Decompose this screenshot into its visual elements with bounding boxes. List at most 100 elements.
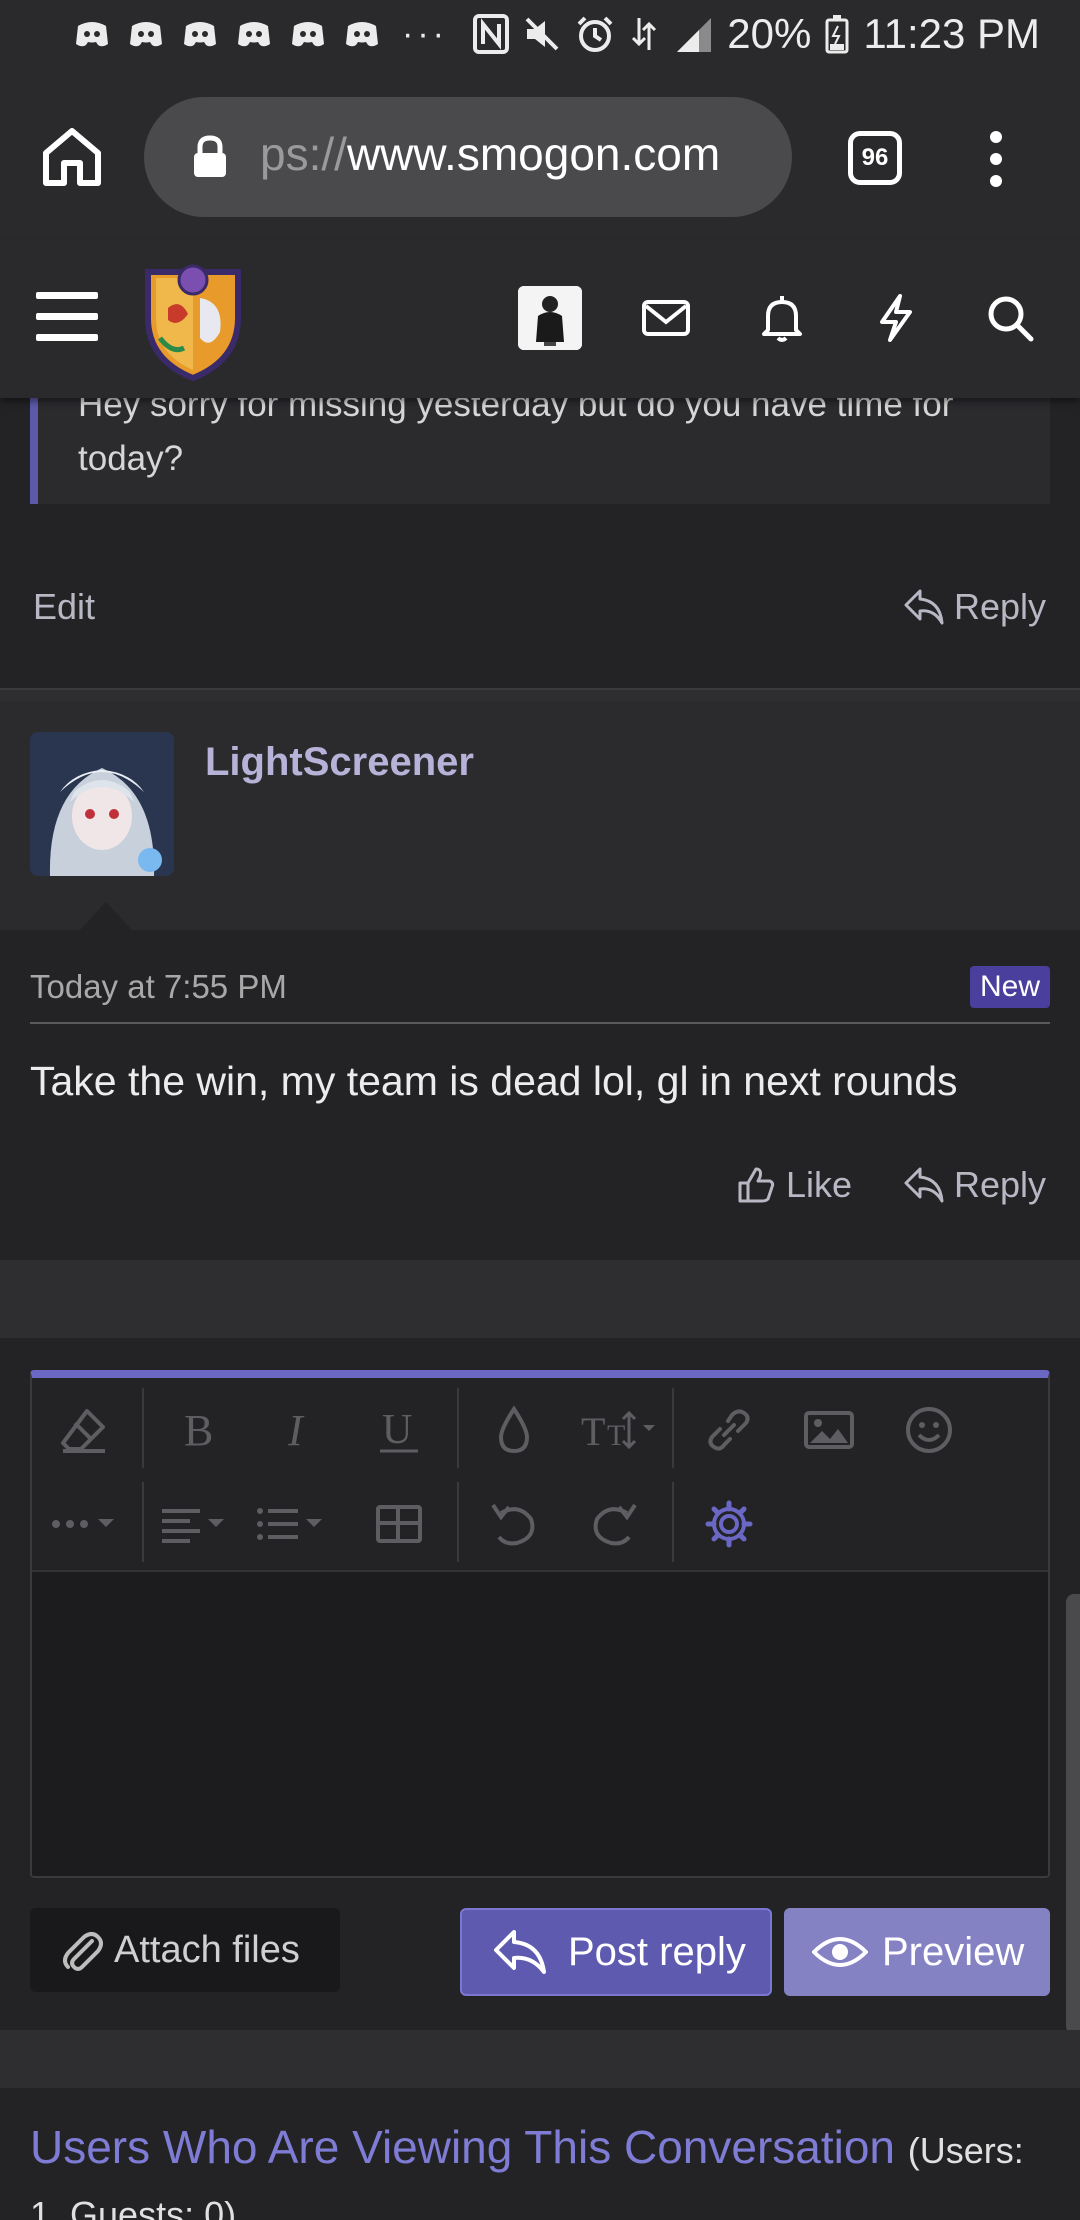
attach-files-label: Attach files bbox=[114, 1928, 300, 1971]
status-icons: 20% 11:23 PM bbox=[473, 10, 1040, 58]
notification-icons: ··· bbox=[72, 14, 448, 54]
smiley-icon[interactable] bbox=[897, 1398, 961, 1462]
color-drop-icon[interactable] bbox=[482, 1398, 546, 1462]
paperclip-icon bbox=[63, 1932, 103, 1971]
more-notifications-icon: ··· bbox=[402, 14, 448, 53]
image-icon[interactable] bbox=[797, 1398, 861, 1462]
search-icon[interactable] bbox=[984, 292, 1036, 344]
underline-icon[interactable]: U bbox=[367, 1398, 431, 1462]
toolbar-separator bbox=[457, 1482, 459, 1562]
kebab-menu-icon[interactable] bbox=[980, 129, 1012, 189]
eraser-icon[interactable] bbox=[52, 1398, 116, 1462]
message-body: Today at 7:55 PM New Take the win, my te… bbox=[0, 930, 1080, 1260]
svg-text:T: T bbox=[581, 1409, 605, 1454]
url-text: ps://www.smogon.com bbox=[260, 127, 770, 181]
svg-text:I: I bbox=[287, 1406, 305, 1455]
post-reply-button[interactable]: Post reply bbox=[460, 1908, 772, 1996]
post-reply-label: Post reply bbox=[568, 1929, 746, 1974]
username[interactable]: LightScreener bbox=[205, 740, 474, 785]
data-icon bbox=[632, 18, 657, 50]
like-label: Like bbox=[786, 1164, 853, 1205]
toolbar-separator bbox=[142, 1388, 144, 1468]
thumbs-up-icon bbox=[738, 1167, 775, 1203]
gear-icon[interactable] bbox=[697, 1492, 761, 1556]
discord-icon bbox=[346, 22, 378, 47]
reply-label: Reply bbox=[953, 586, 1046, 627]
reply-icon bbox=[904, 1167, 944, 1203]
divider bbox=[0, 2030, 1080, 2088]
discord-icon bbox=[76, 22, 108, 47]
lock-icon bbox=[194, 135, 226, 177]
editor-toolbar: B I U TT bbox=[32, 1378, 1048, 1572]
site-header bbox=[0, 240, 1080, 398]
battery-percent: 20% bbox=[727, 10, 812, 57]
toolbar-separator bbox=[672, 1482, 674, 1562]
svg-text:U: U bbox=[382, 1407, 412, 1453]
bolt-icon[interactable] bbox=[870, 292, 922, 344]
mute-icon bbox=[525, 17, 559, 51]
clock: 11:23 PM bbox=[863, 10, 1040, 57]
url-prefix: ps:// bbox=[260, 128, 347, 180]
divider bbox=[30, 1022, 1050, 1024]
reply-link[interactable]: Reply bbox=[902, 586, 1046, 628]
status-bar: ··· 20% 11:23 PM bbox=[0, 0, 1080, 75]
list-icon[interactable] bbox=[252, 1492, 332, 1556]
undo-icon[interactable] bbox=[482, 1492, 546, 1556]
bold-icon[interactable]: B bbox=[167, 1398, 231, 1462]
user-avatar[interactable] bbox=[30, 732, 174, 876]
reply-label: Reply bbox=[953, 1164, 1046, 1205]
address-bar[interactable]: ps://www.smogon.com bbox=[144, 97, 792, 217]
bell-icon[interactable] bbox=[756, 292, 808, 344]
previous-message: Hey sorry for missing yesterday but do y… bbox=[0, 378, 1080, 688]
reply-icon bbox=[494, 1930, 546, 1974]
more-options-icon[interactable] bbox=[46, 1492, 126, 1556]
redo-icon[interactable] bbox=[582, 1492, 646, 1556]
align-icon[interactable] bbox=[156, 1492, 236, 1556]
conversation-viewers: Users Who Are Viewing This Conversation … bbox=[0, 2088, 1080, 2220]
message-timestamp[interactable]: Today at 7:55 PM bbox=[30, 968, 287, 1006]
alarm-icon bbox=[577, 16, 613, 52]
envelope-icon[interactable] bbox=[640, 292, 692, 344]
url-domain: www.smogon.com bbox=[346, 128, 721, 180]
new-badge: New bbox=[969, 966, 1050, 1008]
discord-icon bbox=[184, 22, 216, 47]
toolbar-separator bbox=[142, 1482, 144, 1562]
viewers-heading: Users Who Are Viewing This Conversation … bbox=[30, 2120, 1024, 2174]
like-button[interactable]: Like bbox=[736, 1164, 852, 1206]
table-icon[interactable] bbox=[367, 1492, 431, 1556]
reply-link[interactable]: Reply bbox=[902, 1164, 1046, 1206]
message-text: Take the win, my team is dead lol, gl in… bbox=[30, 1058, 958, 1104]
toolbar-separator bbox=[457, 1388, 459, 1468]
divider bbox=[0, 688, 1080, 702]
user-avatar[interactable] bbox=[518, 286, 582, 350]
message-pointer bbox=[80, 902, 132, 930]
scrollbar-handle[interactable] bbox=[1066, 1594, 1080, 2034]
edit-link[interactable]: Edit bbox=[33, 586, 95, 628]
attach-files-button[interactable]: Attach files bbox=[30, 1908, 340, 1992]
hamburger-menu-icon[interactable] bbox=[36, 290, 98, 344]
eye-icon bbox=[812, 1937, 868, 1967]
smogon-logo[interactable] bbox=[138, 258, 248, 382]
reply-icon bbox=[904, 589, 944, 625]
discord-icon bbox=[292, 22, 324, 47]
browser-toolbar: ps://www.smogon.com 96 bbox=[0, 75, 1080, 240]
italic-icon[interactable]: I bbox=[267, 1398, 331, 1462]
home-icon[interactable] bbox=[38, 123, 106, 191]
signal-icon bbox=[677, 18, 712, 52]
toolbar-separator bbox=[672, 1388, 674, 1468]
reply-editor-section: B I U TT Attach files Post reply Preview bbox=[0, 1338, 1080, 2030]
svg-text:B: B bbox=[184, 1406, 213, 1455]
viewers-count-detail: 1, Guests: 0) bbox=[30, 2194, 237, 2220]
divider bbox=[0, 1260, 1080, 1338]
discord-icon bbox=[238, 22, 270, 47]
text-size-icon[interactable]: TT bbox=[577, 1398, 667, 1462]
tab-switcher-button[interactable]: 96 bbox=[848, 131, 902, 185]
discord-icon bbox=[130, 22, 162, 47]
rich-text-editor[interactable]: B I U TT bbox=[30, 1370, 1050, 1878]
link-icon[interactable] bbox=[697, 1398, 761, 1462]
battery-icon bbox=[825, 15, 849, 54]
preview-button[interactable]: Preview bbox=[784, 1908, 1050, 1996]
svg-text:T: T bbox=[607, 1419, 625, 1452]
viewers-title[interactable]: Users Who Are Viewing This Conversation bbox=[30, 2121, 895, 2173]
message-header: LightScreener bbox=[0, 702, 1080, 930]
